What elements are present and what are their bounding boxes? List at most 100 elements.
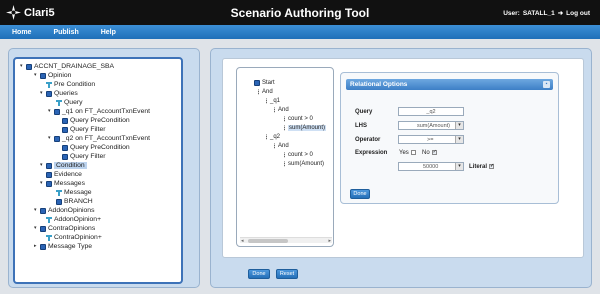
tree-item-opinion[interactable]: ▾ Opinion <box>34 71 71 80</box>
tee-node-icon <box>56 189 62 196</box>
cond-node-q2-and[interactable]: And <box>274 142 289 150</box>
chevron-down-icon[interactable]: ▾ <box>455 163 463 170</box>
query-field[interactable]: _q2 <box>398 107 464 116</box>
rhs-value-select[interactable]: 50000 ▾ <box>398 162 464 171</box>
cond-node-and[interactable]: And <box>258 88 273 96</box>
tree-item-contra-opinions[interactable]: ▾ ContraOpinions <box>34 224 95 233</box>
user-label: User: <box>503 9 520 17</box>
blue-node-icon <box>40 225 46 232</box>
tree-item-message-type[interactable]: ▸ Message Type <box>34 242 92 251</box>
collapse-icon[interactable]: ▾ <box>40 181 45 186</box>
chevron-down-icon[interactable]: ▾ <box>455 136 463 143</box>
lhs-select[interactable]: sum(Amount) ▾ <box>398 121 464 130</box>
literal-checkbox[interactable] <box>489 163 494 169</box>
expression-yes-checkbox[interactable] <box>410 150 416 155</box>
tree-item-addon-opinions[interactable]: ▾ AddonOpinions <box>34 206 94 215</box>
cond-node-q1-count[interactable]: count > 0 <box>284 115 313 123</box>
blue-node-icon <box>40 243 46 250</box>
logout-link[interactable]: Log out <box>566 10 590 17</box>
blue-node-icon <box>62 144 68 151</box>
expand-icon[interactable]: ▸ <box>34 244 39 249</box>
branch-line-icon <box>266 98 269 104</box>
menu-bar: Home Publish Help <box>0 25 600 39</box>
tree-item-q1[interactable]: ▾ _q1 on FT_AccountTxnEvent <box>48 107 150 116</box>
operator-label: Operator <box>355 137 381 143</box>
tree-item-query[interactable]: Query <box>56 98 83 107</box>
scroll-left-icon[interactable]: ◂ <box>241 238 244 244</box>
tree-item-q1-filter[interactable]: Query Filter <box>62 125 106 134</box>
cond-node-start[interactable]: Start <box>254 79 275 87</box>
tree-item-pre-condition[interactable]: Pre Condition <box>46 80 95 89</box>
collapse-icon[interactable]: ▾ <box>40 163 45 168</box>
operator-select[interactable]: >= ▾ <box>398 135 464 144</box>
tree-item-contra-opinion[interactable]: ContraOpinion+ <box>46 233 102 242</box>
branch-line-icon <box>284 125 287 131</box>
cond-node-q2-sum[interactable]: sum(Amount) <box>284 160 324 168</box>
collapse-icon[interactable]: ▾ <box>48 109 53 114</box>
tree-item-q1-precondition[interactable]: Query PreCondition <box>62 116 130 125</box>
branch-line-icon <box>274 143 277 149</box>
expression-yes[interactable]: Yes <box>399 150 416 156</box>
chevron-down-icon[interactable]: ▾ <box>455 122 463 129</box>
relational-done-button[interactable]: Done <box>350 189 370 199</box>
cond-node-q1-and[interactable]: And <box>274 106 289 114</box>
collapse-icon[interactable]: ▾ <box>34 226 39 231</box>
blue-node-icon <box>62 117 68 124</box>
tree-item-queries[interactable]: ▾ Queries <box>40 89 78 98</box>
blue-node-icon <box>62 126 68 133</box>
logout-icon: ➜ <box>557 10 564 17</box>
blue-node-icon <box>40 72 46 79</box>
menu-help[interactable]: Help <box>101 29 116 36</box>
cond-node-q1[interactable]: _q1 <box>266 97 280 105</box>
menu-home[interactable]: Home <box>12 29 31 36</box>
expression-label: Expression <box>355 150 388 156</box>
branch-line-icon <box>266 134 269 140</box>
done-button[interactable]: Done <box>248 269 270 279</box>
tee-node-icon <box>46 216 52 223</box>
scrollbar-thumb[interactable] <box>248 239 288 243</box>
query-label: Query <box>355 109 373 115</box>
blue-node-icon <box>54 108 60 115</box>
tree-item-q2[interactable]: ▾ _q2 on FT_AccountTxnEvent <box>48 134 150 143</box>
relational-options-header: Relational Options ▪ <box>346 79 553 90</box>
branch-line-icon <box>274 107 277 113</box>
cond-node-q2[interactable]: _q2 <box>266 133 280 141</box>
blue-node-icon <box>54 135 60 142</box>
blue-node-icon <box>46 90 52 97</box>
tree-item-q2-precondition[interactable]: Query PreCondition <box>62 143 130 152</box>
branch-line-icon <box>284 161 287 167</box>
expression-no-checkbox[interactable] <box>431 149 437 155</box>
branch-line-icon <box>258 89 261 95</box>
reset-button[interactable]: Reset <box>276 269 298 279</box>
lhs-label: LHS <box>355 123 367 129</box>
tree-item-condition[interactable]: ▾ Condition <box>40 161 87 170</box>
panel-toggle-icon[interactable]: ▪ <box>543 81 550 88</box>
tree-item-q2-filter[interactable]: Query Filter <box>62 152 106 161</box>
scroll-right-icon[interactable]: ▸ <box>328 238 331 244</box>
tree-item-messages[interactable]: ▾ Messages <box>40 179 85 188</box>
literal-option[interactable]: Literal <box>469 163 494 170</box>
blue-node-icon <box>46 171 52 178</box>
collapse-icon[interactable]: ▾ <box>20 64 25 69</box>
blue-node-icon <box>26 63 32 70</box>
collapse-icon[interactable]: ▾ <box>40 91 45 96</box>
menu-publish[interactable]: Publish <box>53 29 78 36</box>
branch-line-icon <box>284 152 287 158</box>
cond-node-q2-count[interactable]: count > 0 <box>284 151 313 159</box>
tree-item-message[interactable]: Message <box>56 188 92 197</box>
cond-node-q1-sum[interactable]: sum(Amount) <box>284 124 327 132</box>
collapse-icon[interactable]: ▾ <box>34 73 39 78</box>
tree-item-addon-opinion[interactable]: AddonOpinion+ <box>46 215 101 224</box>
tree-item-branch[interactable]: BRANCH <box>56 197 93 206</box>
collapse-icon[interactable]: ▾ <box>48 136 53 141</box>
collapse-icon[interactable]: ▾ <box>34 208 39 213</box>
user-info: User: SATALL_1 ➜ Log out <box>503 9 590 18</box>
branch-line-icon <box>284 116 287 122</box>
blue-node-icon <box>46 180 52 187</box>
blue-node-icon <box>62 153 68 160</box>
tree-item-evidence[interactable]: Evidence <box>46 170 82 179</box>
tree-item-root[interactable]: ▾ ACCNT_DRAINAGE_SBA <box>20 62 114 71</box>
top-bar: Clari5 Scenario Authoring Tool User: SAT… <box>0 0 600 25</box>
horizontal-scrollbar[interactable]: ◂ ▸ <box>240 237 332 244</box>
expression-no[interactable]: No <box>422 149 437 156</box>
